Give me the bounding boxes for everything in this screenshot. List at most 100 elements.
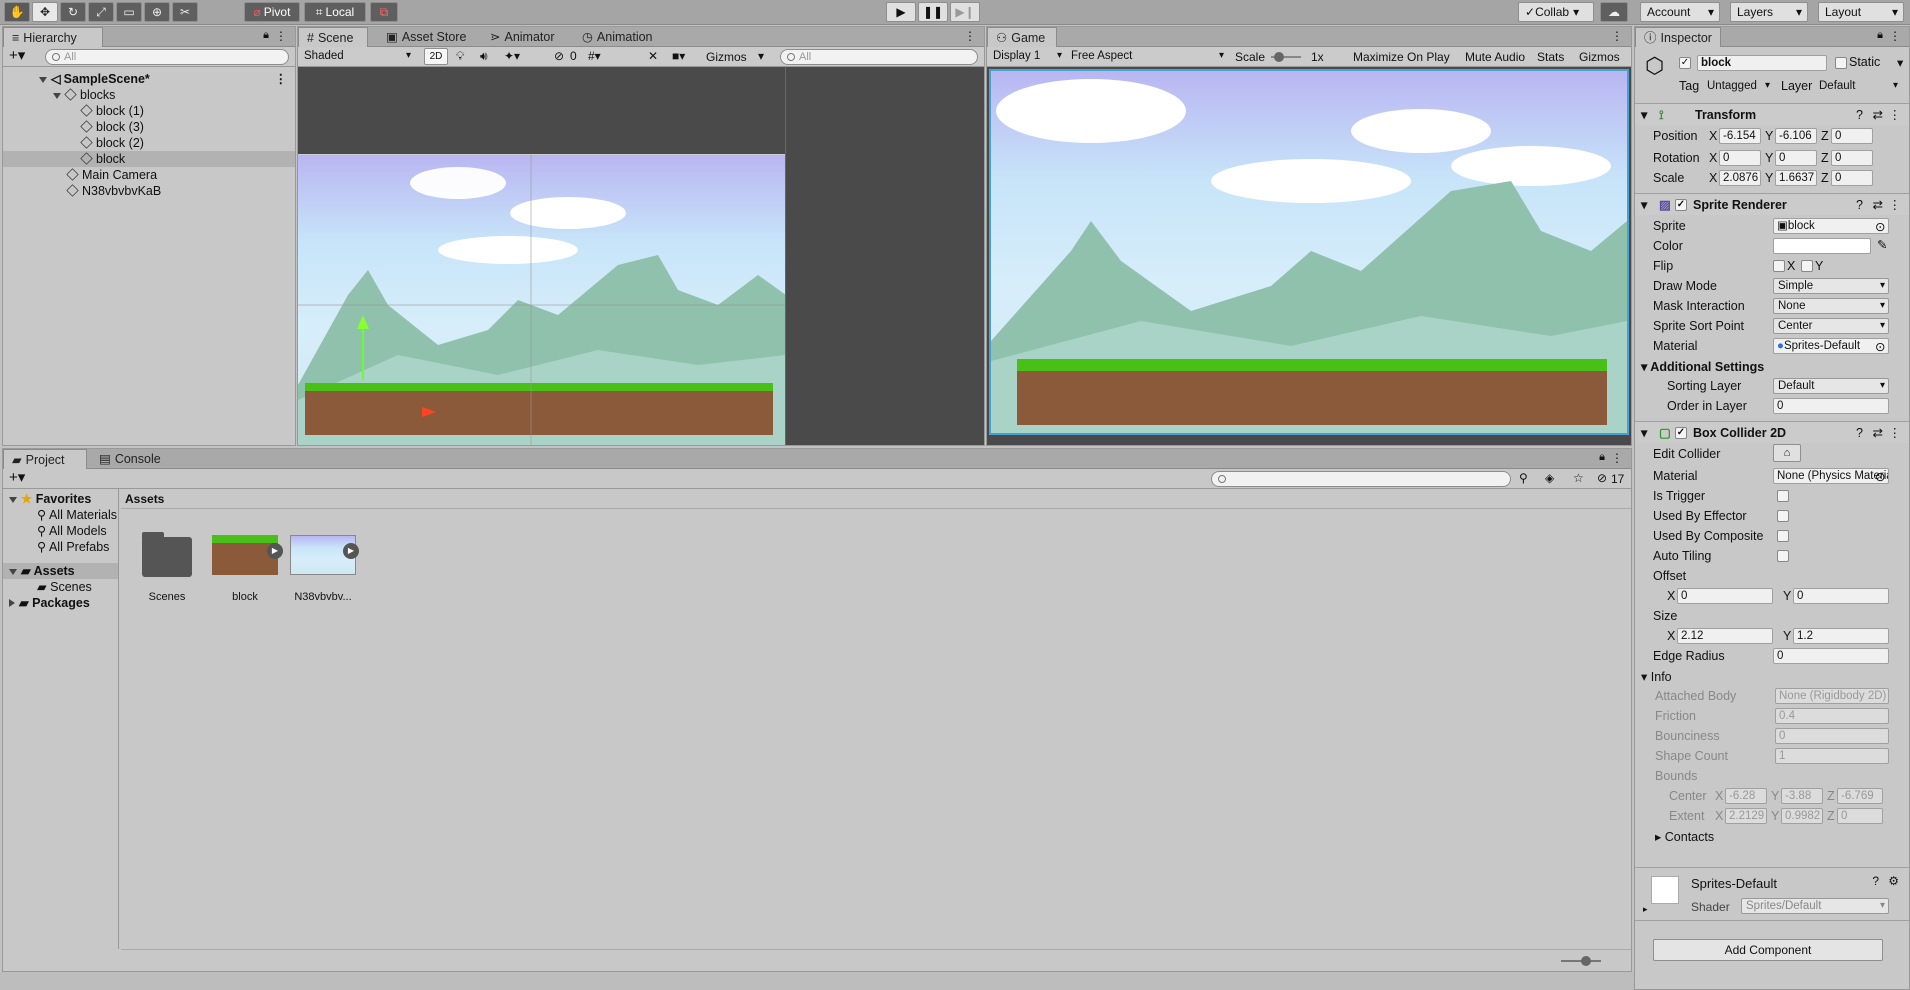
expand-arrow-icon[interactable] <box>53 93 61 99</box>
enabled-checkbox[interactable]: ✓ <box>1675 427 1687 439</box>
tab-console[interactable]: ▤ Console <box>91 449 169 469</box>
kebab-menu-icon[interactable]: ⋮ <box>964 29 976 43</box>
tab-project[interactable]: ▰ Project <box>3 449 87 469</box>
asset-item-scenes[interactable]: Scenes <box>137 531 197 611</box>
breadcrumb-assets[interactable]: Assets <box>125 492 164 506</box>
project-search-input[interactable] <box>1211 471 1511 487</box>
object-picker-icon[interactable]: ⊙ <box>1875 339 1885 354</box>
kebab-menu-icon[interactable]: ⋮ <box>1611 451 1623 465</box>
pause-button[interactable]: ❚❚ <box>918 2 948 22</box>
kebab-menu-icon[interactable]: ⋮ <box>1611 29 1623 43</box>
hand-tool-icon[interactable]: ✋ <box>4 2 30 22</box>
scale-tool-icon[interactable]: ⤢ <box>88 2 114 22</box>
kebab-menu-icon[interactable]: ⋮ <box>1889 104 1902 126</box>
expand-play-icon[interactable]: ▶ <box>343 543 359 559</box>
audio-icon[interactable]: 🔊︎ <box>480 49 488 64</box>
tab-game[interactable]: ⚇ Game <box>987 27 1057 47</box>
tree-item-block-selected[interactable]: block <box>3 151 295 167</box>
expand-play-icon[interactable]: ▶ <box>267 543 283 559</box>
gear-icon[interactable]: ⚙ <box>1888 874 1899 888</box>
object-picker-icon[interactable]: ⊙ <box>1875 469 1885 484</box>
lock-icon[interactable]: 🔒︎ <box>1877 29 1883 42</box>
zoom-slider-thumb[interactable] <box>1581 956 1591 966</box>
collider-material-field[interactable]: None (Physics Material 2D) <box>1773 468 1889 484</box>
sorting-layer-dropdown[interactable]: Default <box>1773 378 1889 394</box>
tree-item-main-camera[interactable]: Main Camera <box>3 167 295 183</box>
position-y-field[interactable]: -6.106 <box>1775 128 1817 144</box>
order-in-layer-field[interactable]: 0 <box>1773 398 1889 414</box>
scale-y-field[interactable]: 1.6637 <box>1775 170 1817 186</box>
collab-dropdown[interactable]: ✓ Collab ▾ <box>1518 2 1594 22</box>
tree-item-blocks[interactable]: blocks <box>3 87 295 103</box>
kebab-menu-icon[interactable]: ⋮ <box>1889 29 1901 43</box>
mask-interaction-dropdown[interactable]: None <box>1773 298 1889 314</box>
scene-background-sprite[interactable] <box>298 154 786 445</box>
layers-dropdown[interactable]: Layers ▾ <box>1730 2 1808 22</box>
tree-item-block-2[interactable]: block (2) <box>3 135 295 151</box>
packages-folder-item[interactable]: ▰ Packages <box>3 595 118 611</box>
hidden-icon[interactable]: ⊘ <box>554 49 564 63</box>
eyedropper-icon[interactable]: ✎ <box>1877 237 1887 252</box>
transform-header[interactable]: ▾ ⟟ Transform ? ⇄ ⋮ <box>1635 103 1909 125</box>
tools-icon[interactable]: ✕ <box>648 49 658 63</box>
scene-search-input[interactable]: All <box>780 49 978 65</box>
rotation-y-field[interactable]: 0 <box>1775 150 1817 166</box>
scale-z-field[interactable]: 0 <box>1831 170 1873 186</box>
hierarchy-search-input[interactable]: All <box>45 49 289 65</box>
mute-audio-toggle[interactable]: Mute Audio <box>1465 50 1525 64</box>
expand-arrow-icon[interactable]: ▸ <box>1643 904 1648 915</box>
game-viewport[interactable] <box>989 69 1629 435</box>
layer-dropdown[interactable]: Default <box>1815 79 1901 95</box>
tree-item-scene[interactable]: ◁ SampleScene* ⋮ <box>3 71 295 87</box>
filter-type-icon[interactable]: ⚲ <box>1519 471 1528 485</box>
aspect-dropdown[interactable]: Free Aspect <box>1067 49 1227 65</box>
favorite-star-icon[interactable]: ☆ <box>1573 471 1584 485</box>
assets-folder-item[interactable]: ▰ Assets <box>3 563 118 579</box>
scene-viewport[interactable] <box>298 67 984 445</box>
tree-item-block-1[interactable]: block (1) <box>3 103 295 119</box>
shading-dropdown[interactable]: Shaded <box>300 49 414 65</box>
used-by-effector-checkbox[interactable] <box>1777 510 1789 522</box>
sprite-renderer-header[interactable]: ▾ ▨ ✓ Sprite Renderer ? ⇄ ⋮ <box>1635 193 1909 215</box>
expand-arrow-icon[interactable] <box>9 569 17 575</box>
size-x-field[interactable]: 2.12 <box>1677 628 1773 644</box>
2d-toggle[interactable]: 2D <box>424 48 448 65</box>
expand-arrow-icon[interactable] <box>9 497 17 503</box>
sprite-field[interactable]: ▣block <box>1773 218 1889 234</box>
preset-icon[interactable]: ⇄ <box>1873 194 1883 216</box>
stats-toggle[interactable]: Stats <box>1537 50 1564 64</box>
effects-icon[interactable]: ✦▾ <box>504 49 520 63</box>
flip-y-checkbox[interactable] <box>1801 260 1813 272</box>
favorite-all-prefabs[interactable]: ⚲ All Prefabs <box>3 539 118 555</box>
label-icon[interactable]: ◈ <box>1545 471 1554 485</box>
account-dropdown[interactable]: Account ▾ <box>1640 2 1720 22</box>
display-dropdown[interactable]: Display 1 <box>989 49 1065 65</box>
rotation-z-field[interactable]: 0 <box>1831 150 1873 166</box>
rotate-tool-icon[interactable]: ↻ <box>60 2 86 22</box>
favorite-all-models[interactable]: ⚲ All Models <box>3 523 118 539</box>
asset-item-block[interactable]: ▶ block <box>209 531 283 611</box>
help-icon[interactable]: ? <box>1856 194 1863 216</box>
kebab-menu-icon[interactable]: ⋮ <box>275 71 288 87</box>
tab-animator[interactable]: ⋗ Animator <box>482 27 563 47</box>
collapse-arrow-icon[interactable]: ▾ <box>1641 104 1647 126</box>
rotation-x-field[interactable]: 0 <box>1719 150 1761 166</box>
snap-icon[interactable]: ⧉ <box>370 2 398 22</box>
chevron-down-icon[interactable]: ▾ <box>1897 55 1903 70</box>
shader-dropdown[interactable]: Sprites/Default <box>1741 898 1889 914</box>
contacts-foldout[interactable]: ▸ Contacts <box>1655 829 1714 844</box>
tab-inspector[interactable]: ⓘ Inspector <box>1635 27 1721 47</box>
favorite-all-materials[interactable]: ⚲ All Materials <box>3 507 118 523</box>
kebab-menu-icon[interactable]: ⋮ <box>1889 422 1902 444</box>
object-picker-icon[interactable]: ⊙ <box>1875 219 1885 234</box>
scenes-folder-item[interactable]: ▰ Scenes <box>3 579 118 595</box>
scale-x-field[interactable]: 2.0876 <box>1719 170 1761 186</box>
draw-mode-dropdown[interactable]: Simple <box>1773 278 1889 294</box>
object-name-field[interactable]: block <box>1697 55 1827 71</box>
hidden-packages-icon[interactable]: ⊘ <box>1597 471 1607 485</box>
lock-icon[interactable]: 🔒︎ <box>1599 451 1605 464</box>
gizmos-button[interactable]: Gizmos <box>706 50 747 64</box>
maximize-on-play-toggle[interactable]: Maximize On Play <box>1353 50 1450 64</box>
enabled-checkbox[interactable]: ✓ <box>1675 199 1687 211</box>
cloud-icon[interactable]: ☁ <box>1600 2 1628 22</box>
